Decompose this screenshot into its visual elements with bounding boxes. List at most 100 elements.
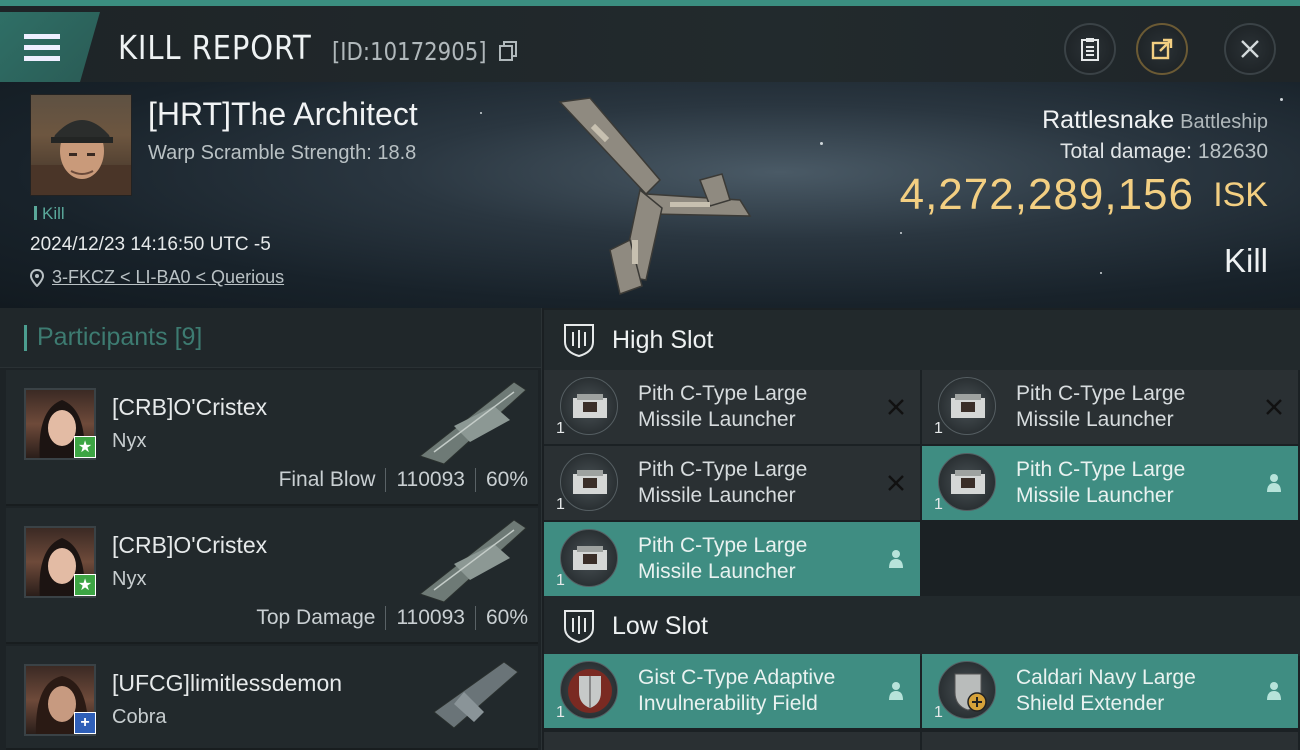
participants-count: [9] [174,323,203,351]
high-slot-label: High Slot [612,325,714,354]
module-item[interactable]: 1 Pith C-Type Large Missile Launcher [544,370,920,444]
victim-name[interactable]: [HRT]The Architect [148,96,418,133]
total-damage-label: Total damage: [1060,140,1192,163]
kill-id: [ID:10172905] [332,37,487,66]
dropped-person-icon [1267,682,1281,700]
dropped-person-icon [1267,474,1281,492]
module-item[interactable]: 1 Pith C-Type Large Missile Launcher [544,522,920,596]
copy-icon[interactable] [499,41,517,61]
location-pin-icon [30,268,44,287]
clipboard-icon [1081,38,1099,61]
module-quantity: 1 [934,496,943,513]
module-quantity: 1 [934,704,943,721]
participant-damage: 110093 [396,606,465,629]
module-item[interactable]: 1 Pith C-Type Large Missile Launcher [544,446,920,520]
isk-label: ISK [1213,176,1268,214]
participant-name: [CRB]O'Cristex [112,532,268,558]
menu-button[interactable] [0,12,100,82]
module-item[interactable]: 1 Pith C-Type Large Missile Launcher [922,446,1298,520]
star-badge-icon: ★ [74,574,96,596]
module-name: Caldari Navy Large Shield Extender [1016,666,1196,715]
total-damage-value: 182630 [1197,140,1268,163]
close-icon [1241,40,1259,58]
module-name: Pith C-Type Large Missile Launcher [1016,458,1186,507]
participant-percent: 60% [485,468,528,491]
module-item[interactable]: 1 Pith C-Type Large Missile Launcher [922,370,1298,444]
dropped-person-icon [889,550,903,568]
participant-name: [UFCG]limitlessdemon [112,670,343,696]
kill-result: Kill [1223,242,1268,279]
share-button[interactable] [1136,23,1188,75]
missile-launcher-icon [560,377,618,435]
fitting-panel: High Slot 1 Pith C-Type Large Missile Lau… [544,308,1300,750]
module-quantity: 1 [556,572,565,589]
invulnerability-field-icon [560,661,618,719]
kill-location[interactable]: 3-FKCZ < LI-BA0 < Querious [30,267,284,288]
module-name: Pith C-Type Large Missile Launcher [638,458,808,507]
participant-row[interactable]: ★ [CRB]O'Cristex Nyx Top Damage 110093 6… [6,508,538,644]
star-badge-icon: ★ [74,436,96,458]
module-quantity: 1 [556,496,565,513]
participant-stats: Final Blow 110093 60% [279,468,528,492]
participant-ship-image [418,519,527,603]
participant-name: [CRB]O'Cristex [112,394,268,420]
module-item-partial[interactable] [922,732,1298,750]
victim-ship-name: Rattlesnake [1042,106,1175,134]
clipboard-button[interactable] [1064,23,1116,75]
participant-ship-image [433,661,519,729]
low-slot-icon [564,610,594,644]
isk-value: 4,272,289,156 [899,170,1194,219]
low-slot-label: Low Slot [612,611,708,640]
high-slot-icon [564,324,594,358]
kill-datetime: 2024/12/23 14:16:50 UTC -5 [30,234,271,255]
victim-ship-image [558,97,752,295]
participant-stats: Top Damage 110093 60% [256,606,528,630]
missile-launcher-icon [938,453,996,511]
participant-ship: Cobra [112,706,167,728]
participants-panel: Participants [9] ★ [CRB]O'Cristex Nyx Fi… [0,308,542,750]
kill-tag: Kill [34,204,65,224]
share-icon [1151,38,1173,60]
participant-damage: 110093 [396,468,465,491]
module-item-partial[interactable] [544,732,920,750]
victim-ship[interactable]: Rattlesnake Battleship [1042,106,1268,135]
dropped-person-icon [889,682,903,700]
participant-row[interactable]: + [UFCG]limitlessdemon Cobra [6,646,538,750]
participants-label: Participants [37,323,168,351]
destroyed-icon [1266,399,1282,415]
high-slot-header: High Slot [544,310,1300,370]
plus-badge-icon: + [74,712,96,734]
participants-header: Participants [9] [0,308,541,368]
total-damage: Total damage: 182630 [1060,140,1268,164]
victim-portrait[interactable] [30,94,132,196]
hamburger-icon [24,28,60,67]
participant-role: Top Damage [256,606,376,629]
module-item[interactable]: 1 Gist C-Type Adaptive Invulnerability Fi… [544,654,920,728]
destroyed-icon [888,399,904,415]
top-bar: KILL REPORT [ID:10172905] [0,0,1300,82]
victim-banner: [HRT]The Architect Warp Scramble Strengt… [0,82,1300,308]
module-name: Pith C-Type Large Missile Launcher [638,382,808,431]
module-name: Pith C-Type Large Missile Launcher [1016,382,1186,431]
close-button[interactable] [1224,23,1276,75]
destroyed-icon [888,475,904,491]
page-title: KILL REPORT [118,28,312,67]
module-name: Gist C-Type Adaptive Invulnerability Fiel… [638,666,836,715]
module-quantity: 1 [556,704,565,721]
module-item[interactable]: 1 Caldari Navy Large Shield Extender [922,654,1298,728]
shield-extender-icon [938,661,996,719]
module-name: Pith C-Type Large Missile Launcher [638,534,808,583]
participant-ship-image [418,381,527,465]
warp-scramble-strength: Warp Scramble Strength: 18.8 [148,142,417,164]
module-quantity: 1 [556,420,565,437]
low-slot-header: Low Slot [544,596,1300,656]
victim-ship-class: Battleship [1180,111,1268,133]
missile-launcher-icon [938,377,996,435]
missile-launcher-icon [560,453,618,511]
participant-role: Final Blow [278,468,376,491]
module-quantity: 1 [934,420,943,437]
participant-ship: Nyx [112,430,147,452]
location-link[interactable]: 3-FKCZ < LI-BA0 < Querious [52,267,284,288]
participant-row[interactable]: ★ [CRB]O'Cristex Nyx Final Blow 110093 6… [6,370,538,506]
participant-percent: 60% [485,606,528,629]
